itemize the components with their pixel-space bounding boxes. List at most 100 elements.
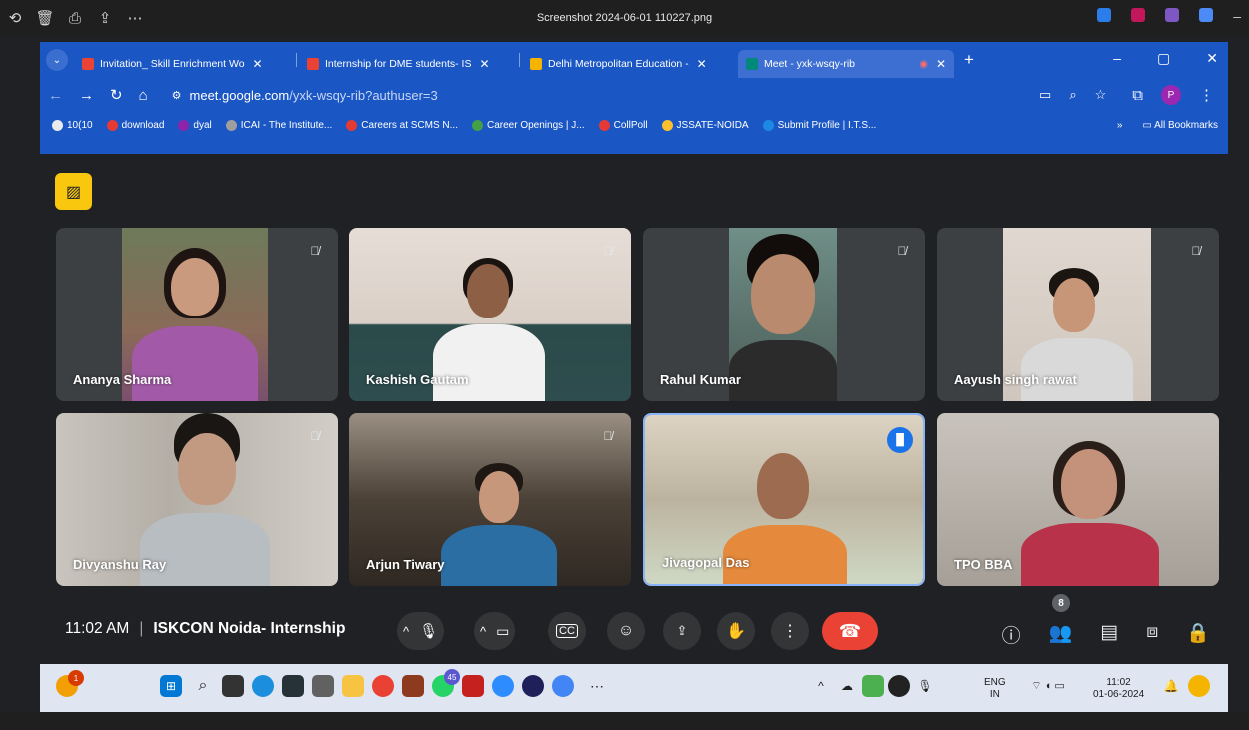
visual-effects-off-icon[interactable]: ▨ <box>55 173 92 210</box>
people-icon[interactable]: 👥 <box>1049 621 1073 648</box>
meeting-details-icon[interactable]: ⓘ <box>1002 621 1021 648</box>
reactions-button[interactable]: ☺ <box>607 612 645 650</box>
minimize-window-icon[interactable]: – <box>1113 50 1121 67</box>
mic-off-icon: 🎙̸ <box>603 244 613 258</box>
tab-internship[interactable]: Internship for DME students- IS ✕ <box>299 50 517 78</box>
home-icon[interactable]: ⌂ <box>139 87 148 104</box>
close-window-icon[interactable]: ✕ <box>1206 50 1218 67</box>
more-bookmarks-icon[interactable]: » <box>1117 120 1123 131</box>
participant-tile[interactable]: 🎙̸ Kashish Gautam <box>349 228 631 401</box>
calculator-icon[interactable] <box>312 675 334 697</box>
copilot-icon[interactable] <box>1188 675 1210 697</box>
language-indicator[interactable]: ENG IN <box>984 677 1006 701</box>
leave-call-button[interactable]: ☎ <box>822 612 878 650</box>
search-icon[interactable]: ⌕ <box>192 675 214 697</box>
mic-tray-icon[interactable]: 🎙 <box>914 675 936 697</box>
bookmark-item[interactable]: Career Openings | J... <box>471 119 585 131</box>
activities-icon[interactable]: ⧈ <box>1146 621 1158 648</box>
new-tab-icon[interactable]: + <box>964 50 974 70</box>
tab-dme[interactable]: Delhi Metropolitan Education - ✕ <box>522 50 736 78</box>
windows-start-icon[interactable]: ⊞ <box>160 675 182 697</box>
microphone-icon[interactable]: 🎙 <box>419 622 438 640</box>
winrar-icon[interactable] <box>402 675 424 697</box>
close-icon[interactable]: ✕ <box>479 57 489 71</box>
tab-invitation[interactable]: Invitation_ Skill Enrichment Wo ✕ <box>74 50 294 78</box>
menu-icon[interactable]: ⋮ <box>1199 86 1214 104</box>
bookmark-item[interactable]: ICAI - The Institute... <box>225 119 332 131</box>
more-options-button[interactable]: ⋮ <box>771 612 809 650</box>
tab-search-icon[interactable]: ⌄ <box>46 49 68 71</box>
captions-button[interactable]: CC <box>548 612 586 650</box>
tab-meet[interactable]: Meet - yxk-wsqy-rib ◉ ✕ <box>738 50 954 78</box>
participant-tile[interactable]: TPO BBA <box>937 413 1219 586</box>
chevron-up-icon[interactable]: ^ <box>810 675 832 697</box>
zoom-icon[interactable]: ⌕ <box>1069 87 1076 103</box>
extensions-icon[interactable]: ⧉ <box>1132 87 1143 104</box>
address-bar[interactable]: ⚙ meet.google.com/yxk-wsqy-rib?authuser=… <box>163 82 1117 108</box>
chrome-profile-icon[interactable] <box>552 675 574 697</box>
network-volume-battery-icon[interactable]: ⌔ ◖ ▭ <box>1020 675 1076 697</box>
url-host: meet.google.com <box>189 87 290 103</box>
participant-tile[interactable]: 🎙̸ Divyanshu Ray <box>56 413 338 586</box>
participant-tile-speaking[interactable]: ▐▌ Jivagopal Das <box>643 413 925 586</box>
system-clock[interactable]: 11:02 01-06-2024 <box>1093 677 1144 701</box>
participant-tile[interactable]: 🎙̸ Ananya Sharma <box>56 228 338 401</box>
sticky-notes-icon[interactable] <box>282 675 304 697</box>
bookmark-item[interactable]: CollPoll <box>598 119 648 131</box>
edge-icon[interactable] <box>252 675 274 697</box>
chrome-icon[interactable] <box>372 675 394 697</box>
restore-window-icon[interactable]: ▢ <box>1157 50 1170 67</box>
forward-icon[interactable]: → <box>79 87 94 104</box>
back-icon[interactable]: ← <box>48 87 63 104</box>
host-controls-icon[interactable]: 🔒 <box>1186 621 1210 648</box>
site-info-icon[interactable]: ⚙ <box>172 89 182 102</box>
bookmark-item[interactable]: 10(10 <box>52 119 93 131</box>
edit-icon[interactable] <box>1097 8 1112 22</box>
present-button[interactable]: ⇪ <box>663 612 701 650</box>
zoom-icon[interactable] <box>492 675 514 697</box>
bookmark-item[interactable]: download <box>106 119 164 131</box>
print-icon[interactable]: ⎙ <box>60 10 90 27</box>
chat-icon[interactable]: ▤ <box>1100 621 1118 648</box>
more-apps-icon[interactable]: ⋯ <box>586 675 608 697</box>
participant-tile[interactable]: 🎙̸ Aayush singh rawat <box>937 228 1219 401</box>
raise-hand-button[interactable]: ✋ <box>717 612 755 650</box>
app-icon[interactable] <box>522 675 544 697</box>
bookmark-item[interactable]: dyal <box>178 119 212 131</box>
cloud-icon[interactable]: ☁ <box>836 675 858 697</box>
meet-icon <box>746 58 758 70</box>
delete-icon[interactable]: 🗑 <box>30 9 60 27</box>
more-icon[interactable]: ⋯ <box>120 9 150 27</box>
github-icon[interactable] <box>888 675 910 697</box>
effects-icon[interactable] <box>1131 8 1146 22</box>
clipchamp-icon[interactable] <box>1165 8 1180 22</box>
participant-tile[interactable]: 🎙̸ Arjun Tiwary <box>349 413 631 586</box>
task-view-icon[interactable] <box>222 675 244 697</box>
close-icon[interactable]: ✕ <box>697 57 707 71</box>
people-count-badge: 8 <box>1052 594 1070 612</box>
chevron-up-icon[interactable]: ^ <box>403 624 409 639</box>
participant-name: Divyanshu Ray <box>73 557 167 572</box>
participant-tile[interactable]: 🎙̸ Rahul Kumar <box>643 228 925 401</box>
onedrive-icon[interactable] <box>1199 8 1214 22</box>
share-icon[interactable]: ⇪ <box>90 9 120 27</box>
minimize-icon[interactable]: – <box>1233 8 1241 24</box>
bell-icon[interactable]: 🔔 <box>1160 675 1182 697</box>
bookmark-item[interactable]: Careers at SCMS N... <box>346 119 458 131</box>
bookmark-item[interactable]: Submit Profile | I.T.S... <box>762 119 876 131</box>
videocam-icon[interactable]: ▭ <box>496 623 509 640</box>
file-explorer-icon[interactable] <box>342 675 364 697</box>
chevron-up-icon[interactable]: ^ <box>480 624 486 639</box>
rotate-icon[interactable]: ⟲ <box>0 9 30 27</box>
reload-icon[interactable]: ↻ <box>110 86 123 104</box>
tray-app-icon[interactable] <box>862 675 884 697</box>
camera-icon[interactable]: ▭ <box>1039 87 1051 103</box>
close-icon[interactable]: ✕ <box>253 57 263 71</box>
all-bookmarks[interactable]: ▭ All Bookmarks <box>1142 120 1218 131</box>
dme-icon <box>530 58 542 70</box>
bookmark-item[interactable]: JSSATE-NOIDA <box>661 119 749 131</box>
mcafee-icon[interactable] <box>462 675 484 697</box>
close-icon[interactable]: ✕ <box>936 57 946 71</box>
bookmark-star-icon[interactable]: ☆ <box>1095 87 1107 103</box>
profile-avatar[interactable]: P <box>1161 85 1181 105</box>
